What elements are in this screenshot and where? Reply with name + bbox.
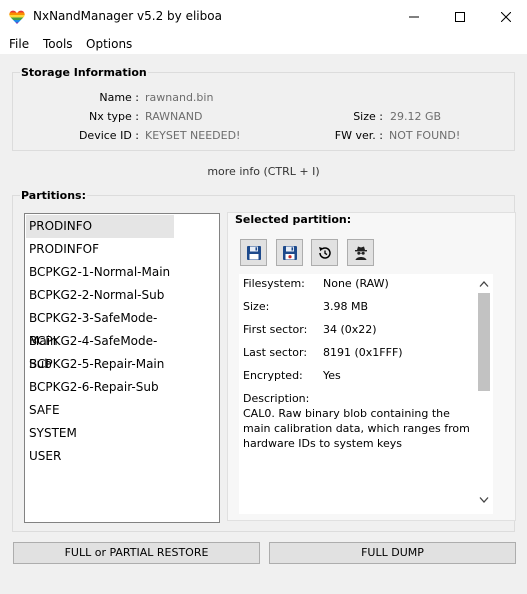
size-value: 29.12 GB (390, 110, 442, 123)
partition-list[interactable]: PRODINFO PRODINFOF BCPKG2-1-Normal-Main … (24, 213, 220, 523)
size-label: Size : (353, 110, 383, 123)
partition-item-bcpkg2-2[interactable]: BCPKG2-2-Normal-Sub (26, 284, 174, 307)
encrypted-value: Yes (323, 369, 341, 382)
save-icon (246, 245, 261, 260)
minimize-icon (409, 16, 419, 18)
menu-bar: File Tools Options (0, 34, 527, 54)
partitions-title: Partitions: (20, 189, 88, 202)
heart-app-icon (9, 10, 25, 24)
dump-decrypt-partition-button[interactable] (276, 239, 303, 266)
fw-version-value: NOT FOUND! (389, 129, 461, 142)
selected-partition-title: Selected partition: (235, 213, 352, 226)
menu-tools[interactable]: Tools (43, 37, 73, 51)
partition-item-safe[interactable]: SAFE (26, 399, 174, 422)
partition-item-user[interactable]: USER (26, 445, 174, 468)
nx-type-value: RAWNAND (145, 110, 203, 123)
last-sector-value: 8191 (0x1FFF) (323, 346, 403, 359)
menu-options[interactable]: Options (86, 37, 132, 51)
save-decrypt-icon (282, 245, 297, 260)
more-info-link[interactable]: more info (CTRL + I) (0, 165, 527, 178)
device-id-value: KEYSET NEEDED! (145, 129, 241, 142)
nx-type-label: Nx type : (88, 110, 139, 123)
scroll-thumb[interactable] (478, 293, 490, 391)
fw-version-label: FW ver. : (334, 129, 383, 142)
partition-item-bcpkg2-5[interactable]: BCPKG2-5-Repair-Main (26, 353, 174, 376)
close-icon (501, 12, 511, 22)
maximize-button[interactable] (437, 0, 483, 34)
close-button[interactable] (483, 0, 527, 34)
device-id-label: Device ID : (78, 129, 139, 142)
filesystem-label: Filesystem: (243, 277, 305, 290)
scroll-up-icon[interactable] (479, 280, 489, 288)
partition-size-label: Size: (243, 300, 270, 313)
dump-partition-button[interactable] (240, 239, 267, 266)
restore-icon (318, 246, 331, 259)
name-value: rawnand.bin (145, 91, 214, 104)
partition-item-prodinfof[interactable]: PRODINFOF (26, 238, 174, 261)
restore-partition-button[interactable] (311, 239, 338, 266)
last-sector-label: Last sector: (243, 346, 308, 359)
partition-item-bcpkg2-1[interactable]: BCPKG2-1-Normal-Main (26, 261, 174, 284)
filesystem-value: None (RAW) (323, 277, 389, 290)
crypto-info-button[interactable] (347, 239, 374, 266)
description-value: CAL0. Raw binary blob containing the mai… (243, 407, 470, 450)
name-label: Name : (99, 91, 139, 104)
full-dump-button[interactable]: FULL DUMP (269, 542, 516, 564)
partition-item-prodinfo[interactable]: PRODINFO (26, 215, 174, 238)
first-sector-label: First sector: (243, 323, 308, 336)
window-title: NxNandManager v5.2 by eliboa (33, 9, 222, 23)
storage-info-title: Storage Information (20, 66, 148, 79)
spy-icon (354, 246, 367, 260)
partition-item-system[interactable]: SYSTEM (26, 422, 174, 445)
partition-item-bcpkg2-6[interactable]: BCPKG2-6-Repair-Sub (26, 376, 174, 399)
partition-item-bcpkg2-3[interactable]: BCPKG2-3-SafeMode-Main (26, 307, 174, 348)
partition-item-bcpkg2-4[interactable]: BCPKG2-4-SafeMode-Sub (26, 330, 174, 371)
title-bar: NxNandManager v5.2 by eliboa (0, 0, 527, 34)
first-sector-value: 34 (0x22) (323, 323, 377, 336)
full-partial-restore-button[interactable]: FULL or PARTIAL RESTORE (13, 542, 260, 564)
minimize-button[interactable] (391, 0, 437, 34)
partition-info-panel: Filesystem: None (RAW) Size: 3.98 MB Fir… (239, 274, 493, 514)
scroll-down-icon[interactable] (479, 496, 489, 504)
maximize-icon (455, 12, 465, 22)
menu-file[interactable]: File (9, 37, 29, 51)
partition-size-value: 3.98 MB (323, 300, 369, 313)
description-label: Description: (243, 392, 310, 405)
encrypted-label: Encrypted: (243, 369, 303, 382)
